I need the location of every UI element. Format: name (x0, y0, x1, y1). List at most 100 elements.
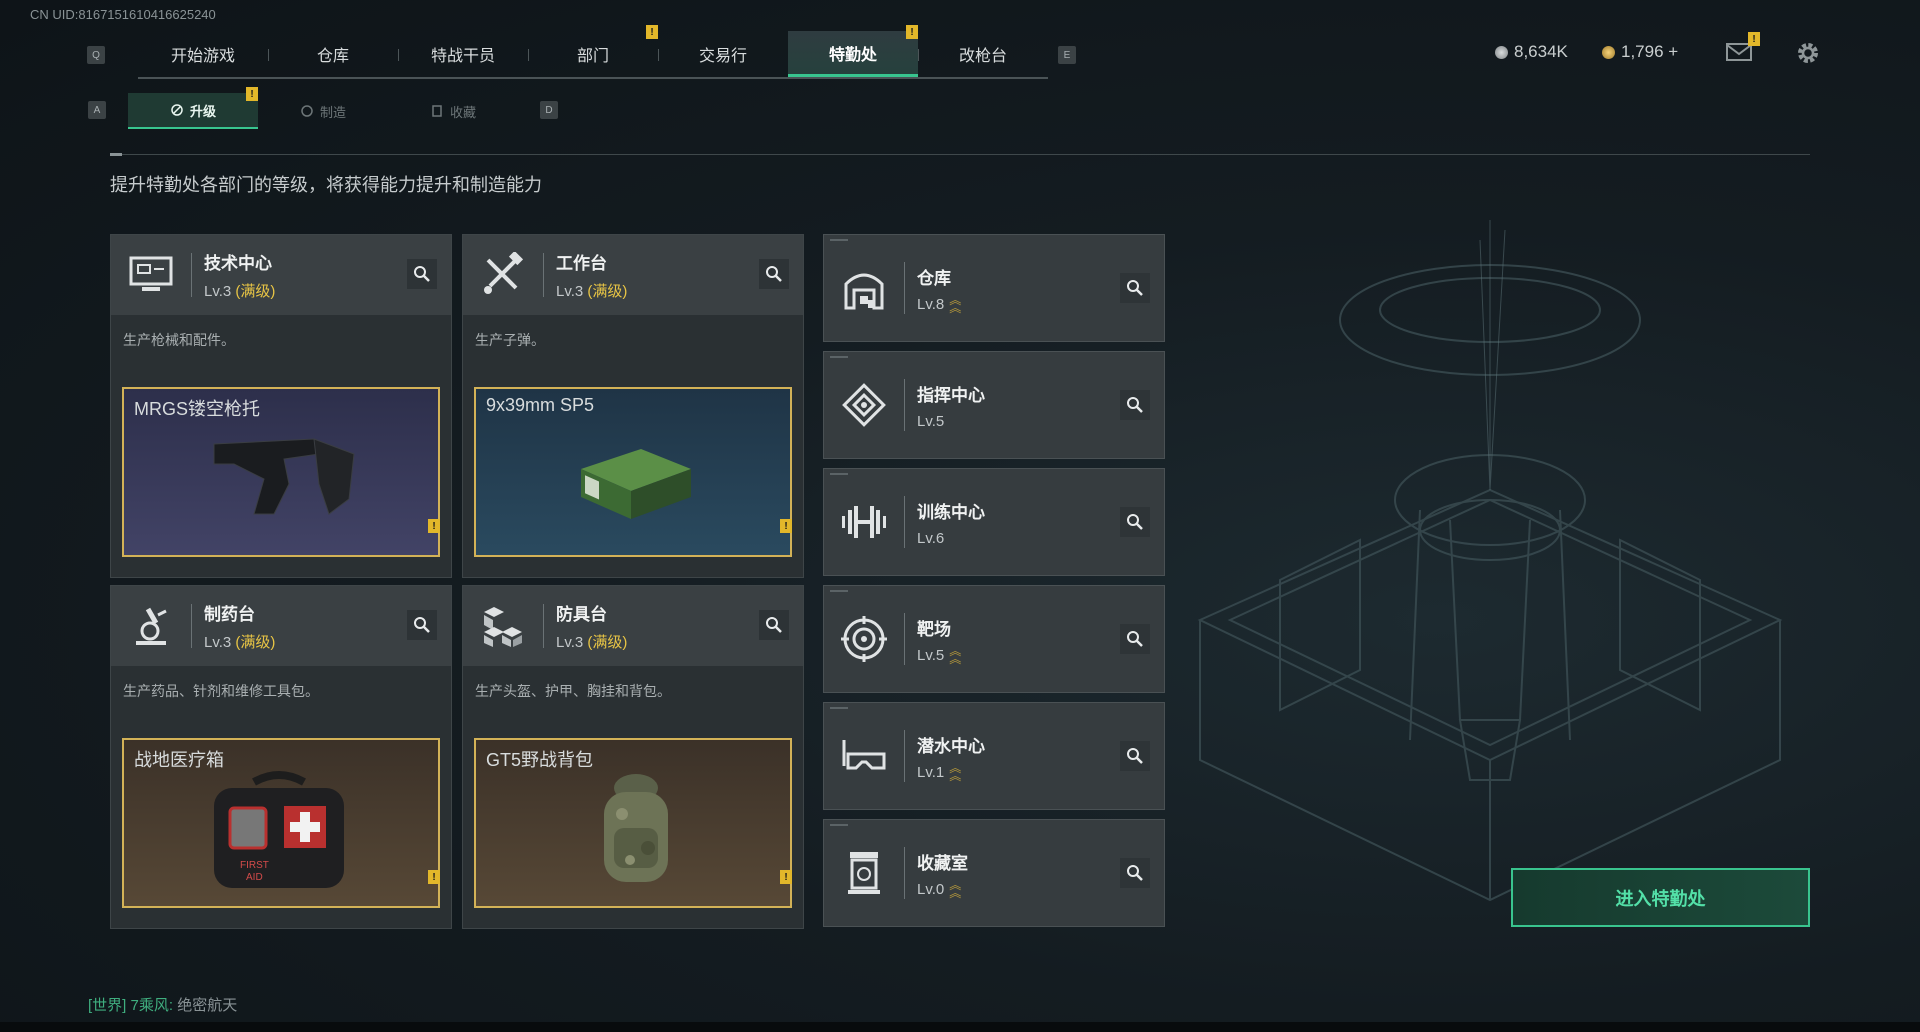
mail-button[interactable]: ! (1726, 32, 1760, 62)
chat-message: 绝密航天 (177, 997, 238, 1014)
card-title: 技术中心 (204, 254, 272, 273)
collection-icon (824, 850, 904, 896)
card-level: Lv.6 (917, 529, 945, 547)
sub-nav: 升级 ! 制造 收藏 (128, 87, 518, 129)
search-icon (766, 617, 782, 633)
max-level-label: (满级) (587, 283, 628, 300)
card-description: 生产子弹。 (475, 332, 545, 348)
card-training-center[interactable]: 训练中心 Lv.6 (823, 468, 1165, 576)
inspect-button[interactable] (1120, 858, 1150, 888)
search-icon (1127, 748, 1143, 764)
card-description: 生产枪械和配件。 (123, 332, 235, 348)
card-level: Lv.3 (204, 283, 232, 300)
world-chat[interactable]: [世界] 7乘风: 绝密航天 (88, 994, 237, 1015)
chat-channel: [世界] (88, 997, 127, 1014)
search-icon (1127, 631, 1143, 647)
notification-badge: ! (780, 519, 792, 533)
product-name: MRGS镂空枪托 (134, 399, 260, 419)
bottom-bar (0, 1022, 1920, 1032)
product-slot[interactable]: 9x39mm SP5 (474, 387, 792, 557)
notification-badge: ! (906, 25, 918, 39)
target-icon (824, 616, 904, 662)
inspect-button[interactable] (759, 259, 789, 289)
product-slot[interactable]: 战地医疗箱 FIRST AID (122, 738, 440, 908)
upgrade-icon (171, 104, 183, 116)
subtab-upgrade[interactable]: 升级 ! (128, 87, 258, 129)
key-hint-d: D (540, 101, 558, 119)
tab-trading[interactable]: 交易行 (658, 31, 788, 77)
search-icon (414, 617, 430, 633)
tab-department[interactable]: 部门 ! (528, 25, 658, 77)
tab-special-ops-label: 特勤处 (828, 46, 877, 64)
card-level: Lv.3 (204, 634, 232, 651)
notification-badge: ! (780, 870, 792, 884)
card-level: Lv.0 (917, 880, 945, 898)
subtab-craft-label: 制造 (319, 104, 346, 120)
card-level: Lv.3 (556, 634, 584, 651)
product-slot[interactable]: MRGS镂空枪托 (122, 387, 440, 557)
product-name: 战地医疗箱 (134, 750, 224, 770)
top-nav: 开始游戏 仓库 特战干员 部门 ! 交易行 特勤处 ! 改枪台 (138, 25, 1048, 79)
tab-special-ops[interactable]: 特勤处 ! (788, 25, 918, 77)
key-hint-a: A (88, 101, 106, 119)
card-pharmacy[interactable]: 制药台 Lv.3 (满级) 生产药品、针剂和维修工具包。 战地医疗箱 FIRST… (110, 585, 452, 929)
page-description: 提升特勤处各部门的等级，将获得能力提升和制造能力 (110, 175, 542, 195)
inspect-button[interactable] (1120, 741, 1150, 771)
tab-start-game[interactable]: 开始游戏 (138, 31, 268, 77)
gold-amount: 1,796 + (1621, 42, 1679, 61)
svg-text:FIRST: FIRST (240, 860, 269, 871)
enter-special-ops-button[interactable]: 进入特勤处 (1511, 868, 1810, 927)
card-diving-center[interactable]: 潜水中心 Lv.1 ︽ ︽ (823, 702, 1165, 810)
card-description: 生产头盔、护甲、胸挂和背包。 (475, 683, 671, 699)
card-title: 收藏室 (917, 853, 968, 873)
subtab-collect[interactable]: 收藏 (388, 93, 518, 129)
ammo-box-image (581, 449, 691, 519)
card-workbench[interactable]: 工作台 Lv.3 (满级) 生产子弹。 9x39mm SP5 ! (462, 234, 804, 578)
card-tech-center[interactable]: 技术中心 Lv.3 (满级) 生产枪械和配件。 MRGS镂空枪托 ! (110, 234, 452, 578)
subtab-craft[interactable]: 制造 (258, 93, 388, 129)
inspect-button[interactable] (759, 610, 789, 640)
microscope-icon (111, 586, 191, 666)
chat-user: 7乘风: (130, 997, 174, 1014)
subtab-collect-label: 收藏 (449, 104, 476, 120)
inspect-button[interactable] (1120, 624, 1150, 654)
notification-badge: ! (1748, 32, 1760, 46)
divider (110, 153, 1810, 156)
gold-coin-icon (1602, 45, 1615, 59)
command-icon (824, 382, 904, 428)
inspect-button[interactable] (1120, 390, 1150, 420)
card-collection-room[interactable]: 收藏室 Lv.0 ︽ ︽ (823, 819, 1165, 927)
settings-button[interactable] (1795, 40, 1821, 71)
goggles-icon (824, 736, 904, 776)
product-slot[interactable]: GT5野战背包 (474, 738, 792, 908)
inspect-button[interactable] (407, 610, 437, 640)
warehouse-icon (824, 266, 904, 310)
card-warehouse[interactable]: 仓库 Lv.8 ︽ ︽ (823, 234, 1165, 342)
upgrade-available-icon: ︽ ︽ (949, 293, 962, 315)
inspect-button[interactable] (407, 259, 437, 289)
product-name: GT5野战背包 (486, 750, 594, 770)
card-command-center[interactable]: 指挥中心 Lv.5 (823, 351, 1165, 459)
card-armor-bench[interactable]: 防具台 Lv.3 (满级) 生产头盔、护甲、胸挂和背包。 GT5野战背包 ! (462, 585, 804, 929)
inspect-button[interactable] (1120, 507, 1150, 537)
card-title: 工作台 (556, 254, 607, 273)
notification-badge: ! (646, 25, 658, 39)
gold-currency[interactable]: 1,796 + (1602, 42, 1678, 62)
subtab-upgrade-label: 升级 (189, 103, 216, 119)
card-level: Lv.5 (917, 646, 945, 664)
silver-currency: 8,634K (1495, 42, 1568, 62)
tab-operators[interactable]: 特战干员 (398, 31, 528, 77)
backpack-image (604, 774, 668, 882)
dumbbell-icon (824, 502, 904, 542)
tab-warehouse[interactable]: 仓库 (268, 31, 398, 77)
card-level: Lv.3 (556, 283, 584, 300)
inspect-button[interactable] (1120, 273, 1150, 303)
card-level: Lv.5 (917, 412, 945, 430)
monitor-icon (111, 235, 191, 315)
tab-gunsmith[interactable]: 改枪台 (918, 31, 1048, 77)
card-level: Lv.8 (917, 295, 945, 313)
max-level-label: (满级) (235, 283, 276, 300)
search-icon (1127, 280, 1143, 296)
card-shooting-range[interactable]: 靶场 Lv.5 ︽ ︽ (823, 585, 1165, 693)
boxes-icon (463, 586, 543, 666)
